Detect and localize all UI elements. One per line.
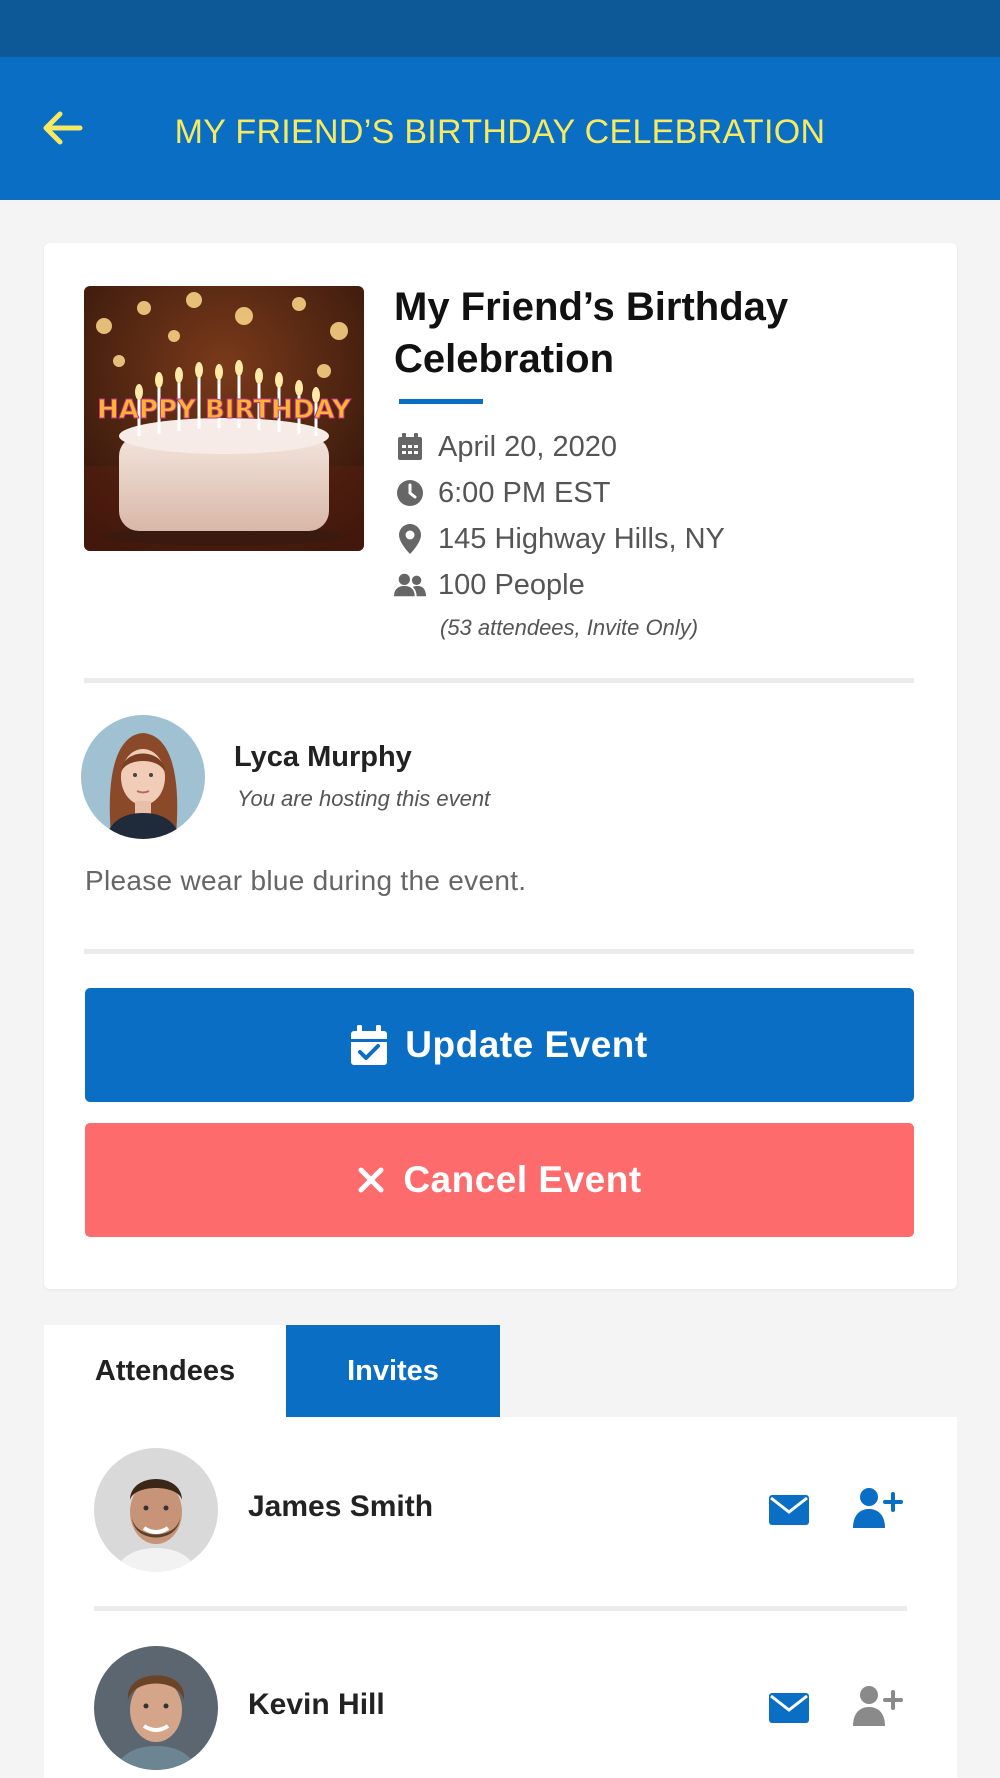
close-icon bbox=[357, 1166, 385, 1194]
event-location-text: 145 Highway Hills, NY bbox=[438, 522, 725, 555]
event-date-text: April 20, 2020 bbox=[438, 430, 617, 463]
host-avatar bbox=[81, 715, 205, 839]
event-location: 145 Highway Hills, NY bbox=[394, 519, 725, 559]
calendar-check-icon bbox=[351, 1025, 388, 1065]
mail-button[interactable] bbox=[768, 1490, 810, 1530]
mail-button[interactable] bbox=[768, 1688, 810, 1728]
event-image: HAPPY BIRTHDAY bbox=[84, 286, 364, 551]
clock-icon bbox=[394, 477, 426, 509]
attendee-note: (53 attendees, Invite Only) bbox=[440, 615, 699, 640]
app-header: MY FRIEND’S BIRTHDAY CELEBRATION bbox=[0, 57, 1000, 200]
host-subtitle: You are hosting this event bbox=[237, 786, 491, 811]
avatar bbox=[94, 1448, 218, 1572]
list-item: Kevin Hill bbox=[44, 1646, 957, 1770]
map-pin-icon bbox=[394, 523, 426, 555]
event-image-caption: HAPPY BIRTHDAY bbox=[97, 395, 352, 425]
title-underline bbox=[399, 399, 483, 404]
user-plus-icon bbox=[853, 1686, 903, 1726]
tab-attendees[interactable]: Attendees bbox=[44, 1325, 286, 1417]
envelope-icon bbox=[769, 1495, 809, 1525]
divider bbox=[84, 678, 914, 683]
event-time-text: 6:00 PM EST bbox=[438, 476, 611, 509]
tab-attendees-label: Attendees bbox=[94, 1354, 236, 1387]
user-plus-icon bbox=[853, 1488, 903, 1528]
add-user-button[interactable] bbox=[851, 1484, 907, 1532]
event-note: Please wear blue during the event. bbox=[85, 865, 527, 896]
calendar-icon bbox=[394, 431, 426, 463]
avatar bbox=[94, 1646, 218, 1770]
event-time: 6:00 PM EST bbox=[394, 473, 610, 513]
invite-name: James Smith bbox=[248, 1490, 434, 1523]
tab-invites-label: Invites bbox=[347, 1354, 439, 1387]
list-item: James Smith bbox=[44, 1448, 957, 1572]
tab-invites[interactable]: Invites bbox=[286, 1325, 500, 1417]
event-card: HAPPY BIRTHDAY My Friend’s Birthday Cele… bbox=[44, 243, 957, 1289]
event-capacity-text: 100 People bbox=[438, 568, 585, 601]
divider bbox=[94, 1606, 907, 1611]
event-capacity: 100 People bbox=[394, 565, 585, 605]
users-icon bbox=[394, 569, 426, 601]
update-event-button[interactable]: Update Event bbox=[85, 988, 914, 1102]
status-bar bbox=[0, 0, 1000, 57]
envelope-icon bbox=[769, 1693, 809, 1723]
divider bbox=[84, 949, 914, 954]
cancel-event-button[interactable]: Cancel Event bbox=[85, 1123, 914, 1237]
cancel-event-label: Cancel Event bbox=[403, 1159, 642, 1200]
host-name: Lyca Murphy bbox=[234, 741, 412, 773]
event-date: April 20, 2020 bbox=[394, 427, 617, 467]
page-title: MY FRIEND’S BIRTHDAY CELEBRATION bbox=[174, 113, 826, 151]
update-event-label: Update Event bbox=[405, 1024, 648, 1065]
add-user-button[interactable] bbox=[851, 1682, 907, 1730]
event-title: My Friend’s Birthday Celebration bbox=[394, 285, 789, 381]
invite-name: Kevin Hill bbox=[248, 1688, 385, 1721]
invite-list: James Smith Kevin Hill bbox=[44, 1417, 957, 1778]
